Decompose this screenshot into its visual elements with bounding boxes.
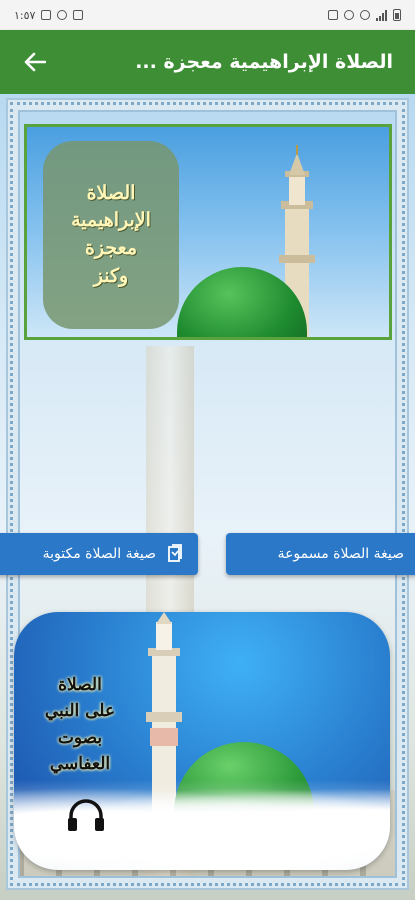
status-right: [328, 9, 401, 21]
arrow-left-icon: [24, 52, 46, 72]
vibrate-icon: [73, 10, 84, 20]
app-notification-icon: [328, 10, 338, 20]
app-bar: الصلاة الإبراهيمية معجزة ...: [0, 30, 415, 94]
main-content: الصلاة الإبراهيمية معجزة وكنز صيغة الصلا…: [0, 94, 415, 900]
sync-icon: [344, 10, 354, 20]
page-title: الصلاة الإبراهيمية معجزة ...: [135, 51, 393, 73]
header-banner-image: الصلاة الإبراهيمية معجزة وكنز: [24, 124, 392, 340]
data-saver-icon: [360, 10, 370, 20]
audio-salawat-card[interactable]: الصلاة على النبي بصوت العفاسي: [14, 612, 390, 870]
written-salawat-button[interactable]: صيغة الصلاة مكتوبة: [0, 533, 198, 575]
headphones-icon: [68, 799, 104, 831]
audio-salawat-button[interactable]: صيغة الصلاة مسموعة: [226, 533, 415, 575]
status-time: ١:٥٧: [14, 8, 36, 22]
banner-title: الصلاة الإبراهيمية معجزة وكنز: [71, 181, 151, 287]
banner-title-card: الصلاة الإبراهيمية معجزة وكنز: [43, 141, 179, 329]
battery-icon: [393, 9, 401, 21]
written-salawat-label: صيغة الصلاة مكتوبة: [42, 546, 156, 562]
status-bar: ١:٥٧: [0, 0, 415, 30]
notification-icon: [41, 10, 52, 20]
back-button[interactable]: [22, 49, 48, 75]
audio-card-title: الصلاة على النبي بصوت العفاسي: [44, 675, 116, 775]
status-left: ١:٥٧: [14, 8, 84, 22]
signal-icon: [376, 9, 387, 21]
audio-salawat-label: صيغة الصلاة مسموعة: [277, 546, 404, 562]
alarm-icon: [57, 10, 68, 20]
document-icon: [166, 543, 184, 565]
